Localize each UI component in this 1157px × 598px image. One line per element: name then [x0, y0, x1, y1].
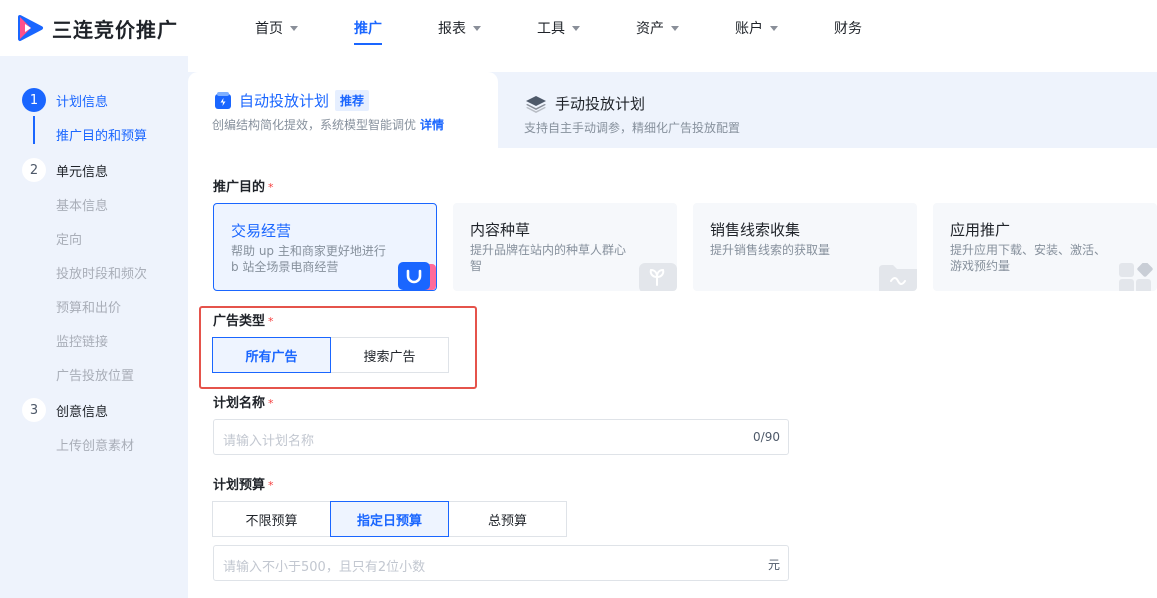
card-desc: 提升应用下载、安装、激活、游戏预约量 — [950, 243, 1107, 273]
step-number: 3 — [22, 398, 46, 422]
required-mark: * — [268, 479, 274, 492]
tab-auto-plan[interactable]: 自动投放计划 推荐 创编结构简化提效，系统模型智能调优 详情 — [188, 72, 498, 148]
char-counter: 0/90 — [753, 430, 780, 444]
card-desc: 提升品牌在站内的种草人群心智 — [470, 243, 627, 273]
tab-auto-desc: 创编结构简化提效，系统模型智能调优 详情 — [212, 116, 444, 133]
card-title: 内容种草 — [470, 221, 531, 239]
nav-label: 首页 — [255, 21, 283, 37]
sidebar-item-placement[interactable]: 广告投放位置 — [56, 365, 134, 384]
sidebar-item-bidding[interactable]: 预算和出价 — [56, 297, 121, 316]
purpose-card-sales-leads[interactable]: 销售线索收集 提升销售线索的获取量 — [693, 203, 917, 291]
nav-item-assets[interactable]: 资产 — [636, 0, 679, 56]
step-creative-info[interactable]: 3 创意信息 — [22, 398, 108, 422]
ad-type-selector: 所有广告 搜索广告 — [212, 337, 449, 373]
main-content: 自动投放计划 推荐 创编结构简化提效，系统模型智能调优 详情 手动投放计划 支持自… — [188, 56, 1157, 598]
details-link[interactable]: 详情 — [420, 118, 444, 132]
main-nav: 首页 推广 报表 工具 资产 账户 财务 — [255, 0, 918, 56]
budget-amount-input[interactable]: 请输入不小于500，且只有2位小数 元 — [213, 545, 789, 581]
chevron-down-icon — [770, 25, 778, 31]
purpose-card-transaction[interactable]: 交易经营 帮助 up 主和商家更好地进行 b 站全场景电商经营 — [213, 203, 437, 291]
chevron-down-icon — [473, 25, 481, 31]
ad-type-label-text: 广告类型 — [213, 314, 266, 329]
tab-manual-title: 手动投放计划 — [555, 95, 646, 113]
chevron-down-icon — [671, 25, 679, 31]
plan-name-label: 计划名称 * — [213, 392, 274, 411]
purpose-label: 推广目的 * — [213, 176, 274, 195]
plan-name-label-text: 计划名称 — [213, 396, 266, 411]
step-unit-info[interactable]: 2 单元信息 — [22, 158, 108, 182]
budget-placeholder: 请输入不小于500，且只有2位小数 — [223, 560, 426, 575]
required-mark: * — [268, 397, 274, 410]
step-title: 创意信息 — [56, 404, 109, 420]
recommend-badge: 推荐 — [335, 90, 370, 111]
card-desc: 提升销售线索的获取量 — [710, 243, 831, 257]
chevron-down-icon — [290, 25, 298, 31]
card-title: 销售线索收集 — [710, 221, 801, 239]
sidebar-item-schedule[interactable]: 投放时段和频次 — [56, 263, 147, 282]
nav-label: 财务 — [834, 21, 862, 37]
ad-type-search-button[interactable]: 搜索广告 — [330, 337, 449, 373]
step-title: 计划信息 — [56, 94, 109, 110]
chevron-down-icon — [572, 25, 580, 31]
purpose-card-app-promotion[interactable]: 应用推广 提升应用下载、安装、激活、游戏预约量 — [933, 203, 1157, 291]
logo-icon — [18, 15, 43, 41]
ad-type-label: 广告类型 * — [213, 310, 274, 329]
card-title: 交易经营 — [231, 222, 292, 240]
tab-auto-title: 自动投放计划 — [239, 92, 330, 110]
purpose-card-content-seeding[interactable]: 内容种草 提升品牌在站内的种草人群心智 — [453, 203, 677, 291]
step-title: 单元信息 — [56, 164, 109, 180]
app-title: 三连竞价推广 — [52, 17, 178, 42]
sprout-icon — [639, 263, 677, 291]
app-logo[interactable]: 三连竞价推广 — [14, 13, 178, 43]
apps-grid-icon — [1119, 263, 1153, 291]
tab-manual-plan[interactable]: 手动投放计划 — [525, 93, 645, 114]
budget-label-text: 计划预算 — [213, 478, 266, 493]
nav-label: 推广 — [354, 21, 382, 37]
currency-unit: 元 — [767, 558, 780, 572]
steps-sidebar: 1 计划信息 推广目的和预算 2 单元信息 基本信息 定向 投放时段和频次 预算… — [0, 56, 188, 598]
nav-item-home[interactable]: 首页 — [255, 0, 298, 56]
step-number: 2 — [22, 158, 46, 182]
sidebar-item-basic-info[interactable]: 基本信息 — [56, 195, 108, 214]
shopping-bag-icon — [398, 262, 436, 290]
sidebar-item-upload-creative[interactable]: 上传创意素材 — [56, 435, 134, 454]
budget-total-button[interactable]: 总预算 — [448, 501, 567, 537]
budget-label: 计划预算 * — [213, 474, 274, 493]
plan-name-input[interactable]: 请输入计划名称 0/90 — [213, 419, 789, 455]
required-mark: * — [268, 181, 274, 194]
budget-unlimited-button[interactable]: 不限预算 — [212, 501, 331, 537]
nav-item-tools[interactable]: 工具 — [537, 0, 580, 56]
card-desc: 帮助 up 主和商家更好地进行 b 站全场景电商经营 — [231, 244, 386, 274]
required-mark: * — [268, 315, 274, 328]
tab-auto-header: 自动投放计划 推荐 — [213, 90, 370, 111]
step-plan-info[interactable]: 1 计划信息 — [22, 88, 108, 112]
nav-label: 工具 — [537, 21, 565, 37]
nav-item-promotion[interactable]: 推广 — [354, 0, 382, 56]
card-title: 应用推广 — [950, 221, 1011, 239]
purpose-label-text: 推广目的 — [213, 180, 266, 195]
tab-manual-desc: 支持自主手动调参，精细化广告投放配置 — [524, 121, 741, 135]
budget-type-selector: 不限预算 指定日预算 总预算 — [212, 501, 567, 537]
layers-icon — [526, 95, 546, 113]
nav-label: 报表 — [438, 21, 466, 37]
nav-label: 账户 — [735, 21, 763, 37]
nav-item-account[interactable]: 账户 — [735, 0, 778, 56]
sidebar-item-monitor-link[interactable]: 监控链接 — [56, 331, 108, 350]
auto-plan-icon — [215, 91, 231, 109]
folder-icon — [879, 265, 917, 291]
sidebar-item-purpose-budget[interactable]: 推广目的和预算 — [56, 125, 147, 144]
budget-daily-button[interactable]: 指定日预算 — [330, 501, 449, 537]
plan-name-placeholder: 请输入计划名称 — [223, 434, 315, 449]
active-step-indicator — [33, 116, 35, 144]
step-number: 1 — [22, 88, 46, 112]
nav-item-finance[interactable]: 财务 — [834, 0, 862, 56]
ad-type-all-button[interactable]: 所有广告 — [212, 337, 331, 373]
nav-item-reports[interactable]: 报表 — [438, 0, 481, 56]
sidebar-item-targeting[interactable]: 定向 — [56, 229, 82, 248]
top-header: 三连竞价推广 首页 推广 报表 工具 资产 账户 财务 — [0, 0, 1157, 56]
nav-label: 资产 — [636, 21, 664, 37]
tab-auto-desc-text: 创编结构简化提效，系统模型智能调优 — [212, 118, 417, 132]
